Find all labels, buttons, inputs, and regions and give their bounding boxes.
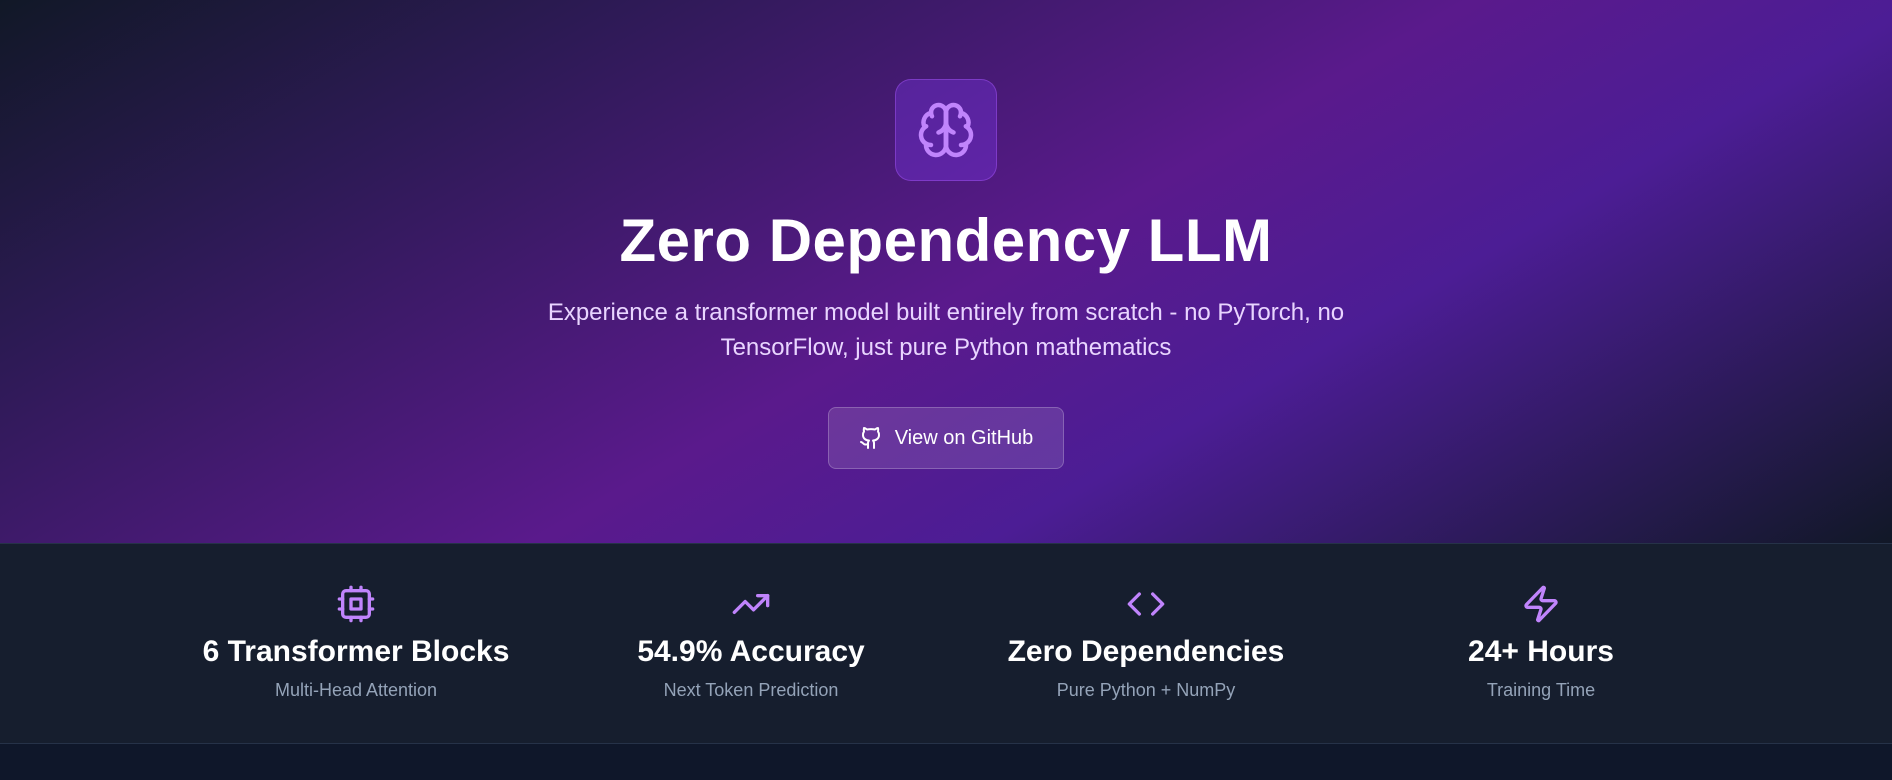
trending-up-icon	[732, 594, 770, 614]
stat-label: Next Token Prediction	[663, 680, 839, 700]
logo-badge	[895, 79, 997, 181]
stat-transformer-blocks: 6 Transformer Blocks Multi-Head Attentio…	[156, 584, 556, 701]
stat-label: Multi-Head Attention	[274, 680, 438, 700]
cpu-icon	[337, 585, 375, 623]
stats-bar: 6 Transformer Blocks Multi-Head Attentio…	[0, 543, 1892, 744]
stat-dependencies: Zero Dependencies Pure Python + NumPy	[946, 584, 1346, 701]
stat-label: Pure Python + NumPy	[1056, 680, 1236, 700]
github-button-label: View on GitHub	[894, 426, 1034, 449]
brain-icon	[918, 102, 974, 158]
stat-value: 24+ Hours	[1468, 635, 1614, 668]
code-icon	[1127, 592, 1165, 616]
zap-icon	[1524, 585, 1558, 623]
github-icon	[859, 427, 880, 449]
page-bottom	[0, 744, 1892, 780]
stat-value: Zero Dependencies	[1007, 635, 1285, 668]
page-title: Zero Dependency LLM	[619, 207, 1273, 274]
view-on-github-button[interactable]: View on GitHub	[827, 407, 1065, 469]
hero-section: Zero Dependency LLM Experience a transfo…	[0, 0, 1892, 543]
hero-subtitle: Experience a transformer model built ent…	[547, 299, 1345, 361]
hero-content: Zero Dependency LLM Experience a transfo…	[0, 0, 1892, 469]
stat-value: 54.9% Accuracy	[637, 635, 865, 668]
stat-value: 6 Transformer Blocks	[202, 635, 510, 668]
stat-label: Training Time	[1486, 680, 1596, 700]
stat-training-time: 24+ Hours Training Time	[1341, 584, 1741, 701]
stat-accuracy: 54.9% Accuracy Next Token Prediction	[551, 584, 951, 701]
